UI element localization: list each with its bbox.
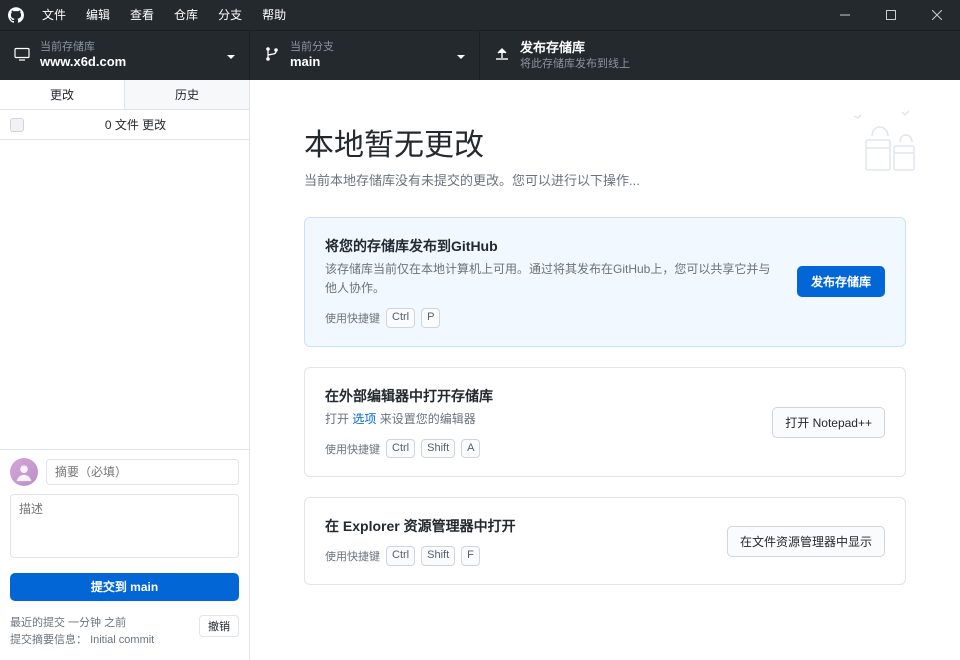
- main-content: 本地暂无更改 当前本地存储库没有未提交的更改。您可以进行以下操作... 将您的存…: [250, 80, 960, 660]
- card-editor: 在外部编辑器中打开存储库 打开 选项 来设置您的编辑器 使用快捷键 Ctrl S…: [304, 367, 906, 478]
- commit-summary-input[interactable]: [46, 459, 239, 485]
- toolbar: 当前存储库 www.x6d.com 当前分支 main 发布存储库 将此存储库发…: [0, 30, 960, 80]
- no-changes-heading: 本地暂无更改: [304, 120, 906, 164]
- card-explorer: 在 Explorer 资源管理器中打开 使用快捷键 Ctrl Shift F 在…: [304, 497, 906, 584]
- undo-button[interactable]: 撤销: [199, 615, 239, 637]
- no-changes-subtitle: 当前本地存储库没有未提交的更改。您可以进行以下操作...: [304, 170, 906, 189]
- recent-commit-msg: Initial commit: [90, 634, 154, 646]
- menu-help[interactable]: 帮助: [252, 0, 296, 30]
- keycap: A: [461, 439, 480, 458]
- menu-bar: 文件 编辑 查看 仓库 分支 帮助: [32, 0, 296, 30]
- tab-changes[interactable]: 更改: [0, 80, 125, 109]
- current-branch-selector[interactable]: 当前分支 main: [250, 31, 480, 80]
- github-logo-icon: [0, 7, 32, 23]
- changes-list: [0, 140, 249, 449]
- dropdown-caret-icon: [457, 49, 465, 63]
- menu-view[interactable]: 查看: [120, 0, 164, 30]
- menu-branch[interactable]: 分支: [208, 0, 252, 30]
- publish-repo-button[interactable]: 发布存储库 将此存储库发布到线上: [480, 31, 960, 80]
- publish-repo-action[interactable]: 发布存储库: [797, 266, 885, 297]
- changes-count: 0 文件 更改: [32, 116, 239, 133]
- show-in-explorer-action[interactable]: 在文件资源管理器中显示: [727, 526, 885, 557]
- window-maximize-button[interactable]: [868, 0, 914, 30]
- card-editor-hint: 使用快捷键: [325, 441, 380, 457]
- card-publish-desc: 该存储库当前仅在本地计算机上可用。通过将其发布在GitHub上，您可以共享它并与…: [325, 260, 781, 298]
- publish-title: 发布存储库: [520, 40, 630, 57]
- keycap: Ctrl: [386, 546, 415, 565]
- select-all-checkbox[interactable]: [10, 118, 24, 132]
- git-branch-icon: [264, 46, 280, 65]
- options-link[interactable]: 选项: [352, 412, 376, 426]
- computer-icon: [14, 46, 30, 65]
- recent-commit: 撤销 最近的提交 一分钟 之前 提交摘要信息： Initial commit: [0, 609, 249, 660]
- sidebar: 更改 历史 0 文件 更改 提交到 main 撤销 最近的提交 一分钟 之前: [0, 80, 250, 660]
- branch-name: main: [290, 54, 334, 71]
- card-editor-desc-pre: 打开: [325, 412, 349, 426]
- keycap: Ctrl: [386, 439, 415, 458]
- card-publish: 将您的存储库发布到GitHub 该存储库当前仅在本地计算机上可用。通过将其发布在…: [304, 217, 906, 347]
- commit-description-input[interactable]: [10, 494, 239, 558]
- card-explorer-title: 在 Explorer 资源管理器中打开: [325, 516, 711, 536]
- repo-name: www.x6d.com: [40, 54, 126, 71]
- card-publish-hint: 使用快捷键: [325, 310, 380, 326]
- sidebar-tabs: 更改 历史: [0, 80, 249, 110]
- card-explorer-hint: 使用快捷键: [325, 548, 380, 564]
- changes-header: 0 文件 更改: [0, 110, 249, 140]
- branch-label: 当前分支: [290, 40, 334, 54]
- menu-repo[interactable]: 仓库: [164, 0, 208, 30]
- menu-edit[interactable]: 编辑: [76, 0, 120, 30]
- recent-commit-label: 提交摘要信息：: [10, 634, 87, 646]
- upload-icon: [494, 46, 510, 65]
- keycap: F: [461, 546, 480, 565]
- window-close-button[interactable]: [914, 0, 960, 30]
- keycap: Ctrl: [386, 308, 415, 327]
- titlebar: 文件 编辑 查看 仓库 分支 帮助: [0, 0, 960, 30]
- commit-button[interactable]: 提交到 main: [10, 573, 239, 601]
- repo-label: 当前存储库: [40, 40, 126, 54]
- empty-state-illustration: [820, 106, 920, 189]
- tab-history[interactable]: 历史: [125, 80, 249, 109]
- card-editor-title: 在外部编辑器中打开存储库: [325, 386, 756, 406]
- publish-sub: 将此存储库发布到线上: [520, 57, 630, 71]
- window-minimize-button[interactable]: [822, 0, 868, 30]
- menu-file[interactable]: 文件: [32, 0, 76, 30]
- open-editor-action[interactable]: 打开 Notepad++: [772, 407, 885, 438]
- keycap: P: [421, 308, 440, 327]
- keycap: Shift: [421, 439, 455, 458]
- card-publish-title: 将您的存储库发布到GitHub: [325, 236, 781, 256]
- card-editor-desc-post: 来设置您的编辑器: [380, 412, 476, 426]
- keycap: Shift: [421, 546, 455, 565]
- dropdown-caret-icon: [227, 49, 235, 63]
- avatar: [10, 458, 38, 486]
- commit-form: 提交到 main 撤销 最近的提交 一分钟 之前 提交摘要信息： Initial…: [0, 449, 249, 660]
- current-repo-selector[interactable]: 当前存储库 www.x6d.com: [0, 31, 250, 80]
